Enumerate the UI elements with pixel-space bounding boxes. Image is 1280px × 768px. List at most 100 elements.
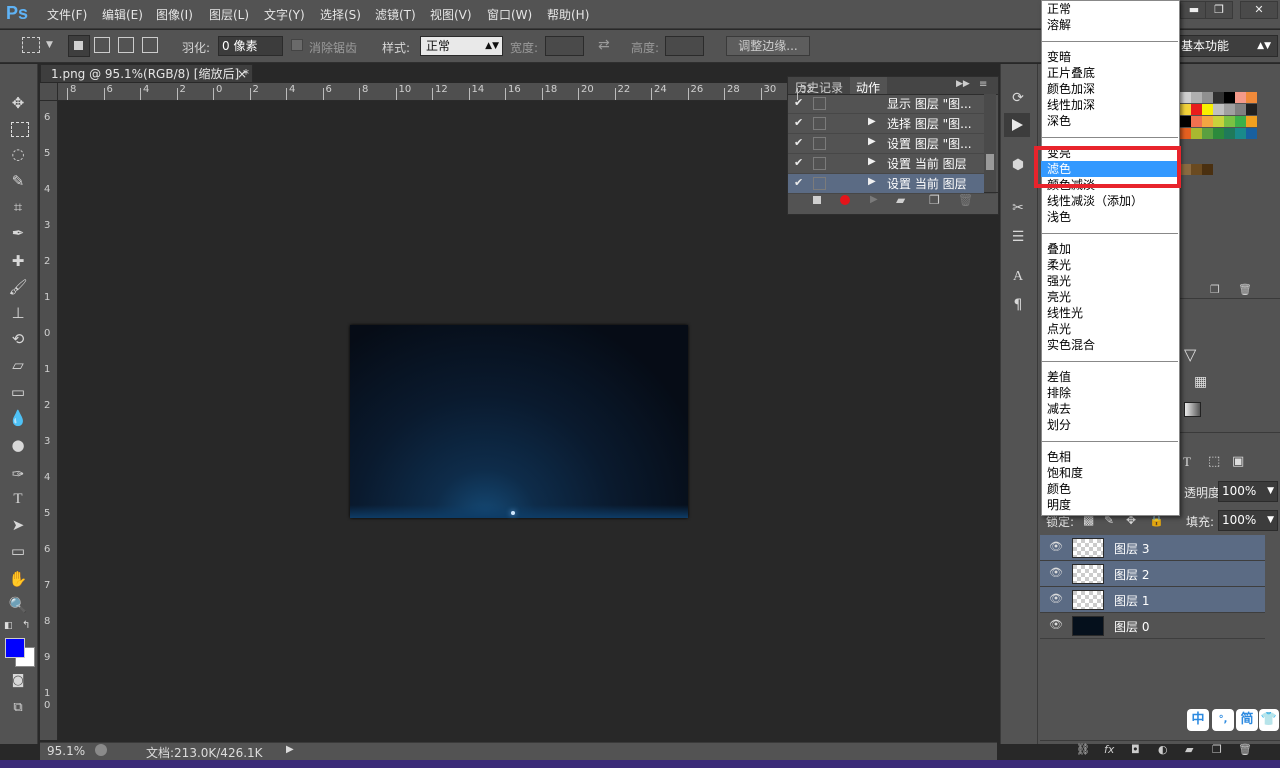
blend-mode-option[interactable]: 排除 bbox=[1047, 385, 1071, 401]
color-swatch[interactable] bbox=[1224, 104, 1235, 115]
workspace-select[interactable]: 基本功能 ▲▼ bbox=[1178, 35, 1278, 57]
filter-smart-object-icon[interactable]: ▣ bbox=[1232, 454, 1244, 469]
check-icon[interactable]: ✔ bbox=[794, 136, 803, 149]
blend-mode-option[interactable]: 实色混合 bbox=[1047, 337, 1095, 353]
path-select-tool-icon[interactable]: ➤ bbox=[7, 514, 29, 536]
default-colors-icon[interactable]: ◧ bbox=[4, 621, 13, 631]
check-icon[interactable]: ✔ bbox=[794, 156, 803, 169]
color-swatch[interactable] bbox=[1213, 104, 1224, 115]
dialog-toggle-box[interactable] bbox=[813, 137, 826, 150]
dialog-toggle-box[interactable] bbox=[813, 177, 826, 190]
status-menu-arrow-icon[interactable]: ▶ bbox=[286, 744, 294, 755]
brush-preset-icon[interactable]: ✂ bbox=[1008, 198, 1028, 218]
adjustment-layer-icon[interactable]: ◐ bbox=[1158, 743, 1168, 756]
blend-mode-option[interactable]: 叠加 bbox=[1047, 241, 1071, 257]
menu-filter[interactable]: 滤镜(T) bbox=[375, 6, 416, 23]
color-swatch[interactable] bbox=[1180, 116, 1191, 127]
blend-mode-option[interactable]: 变暗 bbox=[1047, 49, 1071, 65]
blur-tool-icon[interactable]: 💧 bbox=[7, 407, 29, 429]
layer-name[interactable]: 图层 3 bbox=[1114, 540, 1149, 557]
color-swatch[interactable] bbox=[1180, 128, 1191, 139]
color-swatch[interactable] bbox=[1246, 92, 1257, 103]
blend-mode-option[interactable]: 饱和度 bbox=[1047, 465, 1083, 481]
check-icon[interactable]: ✔ bbox=[794, 116, 803, 129]
crop-tool-icon[interactable]: ⌗ bbox=[7, 196, 29, 218]
blend-mode-option[interactable]: 色相 bbox=[1047, 449, 1071, 465]
color-swatch[interactable] bbox=[1191, 116, 1202, 127]
layer-name[interactable]: 图层 1 bbox=[1114, 592, 1149, 609]
color-swatch[interactable] bbox=[1180, 104, 1191, 115]
color-swatch[interactable] bbox=[1202, 128, 1213, 139]
action-row[interactable]: ✔ ▶ 设置 图层 "图... bbox=[788, 134, 984, 154]
blend-mode-option[interactable]: 颜色 bbox=[1047, 481, 1071, 497]
color-swatch[interactable] bbox=[1191, 164, 1202, 175]
restore-button[interactable]: ❐ bbox=[1205, 1, 1233, 19]
color-swatch[interactable] bbox=[1202, 104, 1213, 115]
actions-panel-icon[interactable] bbox=[1004, 113, 1030, 137]
color-swatch[interactable] bbox=[1191, 92, 1202, 103]
rectangle-tool-icon[interactable]: ▭ bbox=[7, 540, 29, 562]
history-panel-icon[interactable]: ⟳ bbox=[1008, 88, 1028, 108]
swap-colors-icon[interactable]: ↰ bbox=[22, 620, 30, 631]
dialog-toggle-box[interactable] bbox=[813, 97, 826, 110]
character-panel-icon[interactable]: A bbox=[1008, 267, 1028, 287]
new-selection-icon[interactable] bbox=[68, 35, 90, 57]
filter-type-icon[interactable]: T bbox=[1183, 454, 1191, 470]
add-selection-icon[interactable] bbox=[94, 37, 110, 53]
action-row[interactable]: ✔ ▶ 设置 当前 图层 bbox=[788, 174, 984, 194]
ime-chinese[interactable]: 中 bbox=[1187, 709, 1209, 731]
menu-image[interactable]: 图像(I) bbox=[156, 6, 193, 23]
3d-panel-icon[interactable]: ⬢ bbox=[1008, 155, 1028, 175]
color-swatch[interactable] bbox=[1213, 116, 1224, 127]
subtract-selection-icon[interactable] bbox=[118, 37, 134, 53]
add-mask-icon[interactable]: ◘ bbox=[1131, 743, 1140, 756]
delete-swatch-icon[interactable]: 🗑 bbox=[1238, 283, 1252, 296]
panel-collapse-icon[interactable]: ▶▶ bbox=[956, 79, 970, 89]
visibility-eye-icon[interactable]: 👁 bbox=[1049, 618, 1063, 631]
blend-mode-option[interactable]: 线性减淡（添加） bbox=[1047, 193, 1143, 209]
stop-icon[interactable] bbox=[813, 196, 821, 204]
healing-brush-tool-icon[interactable]: ✚ bbox=[7, 250, 29, 272]
foreground-color-swatch[interactable] bbox=[5, 638, 25, 658]
blend-mode-option[interactable]: 颜色加深 bbox=[1047, 81, 1095, 97]
menu-type[interactable]: 文字(Y) bbox=[264, 6, 305, 23]
visibility-eye-icon[interactable]: 👁 bbox=[1049, 592, 1063, 605]
hand-tool-icon[interactable]: ✋ bbox=[7, 568, 29, 590]
delete-layer-icon[interactable]: 🗑 bbox=[1238, 743, 1252, 756]
layer-row[interactable]: 👁 图层 1 bbox=[1040, 587, 1265, 613]
new-set-folder-icon[interactable]: ▰ bbox=[896, 193, 905, 207]
minimize-button[interactable]: ▬ bbox=[1180, 1, 1208, 19]
color-swatch[interactable] bbox=[1213, 92, 1224, 103]
fill-input[interactable]: 100% ▼ bbox=[1218, 510, 1278, 531]
actions-scrollbar[interactable] bbox=[984, 94, 996, 194]
clone-stamp-tool-icon[interactable]: ⊥ bbox=[7, 302, 29, 324]
document-tab[interactable]: 1.png @ 95.1%(RGB/8) [缩放后] * × bbox=[40, 64, 253, 82]
blend-mode-option[interactable]: 线性加深 bbox=[1047, 97, 1095, 113]
layer-name[interactable]: 图层 0 bbox=[1114, 618, 1149, 635]
record-icon[interactable] bbox=[840, 195, 850, 205]
blend-mode-option[interactable]: 减去 bbox=[1047, 401, 1071, 417]
action-row[interactable]: ✔ ▶ 设置 当前 图层 bbox=[788, 154, 984, 174]
layer-style-icon[interactable]: fx bbox=[1104, 743, 1114, 756]
color-swatch[interactable] bbox=[1180, 164, 1191, 175]
color-swatch[interactable] bbox=[1202, 164, 1213, 175]
height-input[interactable] bbox=[665, 36, 704, 56]
clone-source-icon[interactable]: ☰ bbox=[1008, 227, 1028, 247]
quick-select-tool-icon[interactable]: ✎ bbox=[7, 170, 29, 192]
menu-file[interactable]: 文件(F) bbox=[47, 6, 87, 23]
play-icon[interactable]: ▶ bbox=[870, 194, 878, 205]
blend-mode-option[interactable]: 强光 bbox=[1047, 273, 1071, 289]
marquee-preset-icon[interactable] bbox=[22, 37, 40, 53]
rect-marquee-tool-icon[interactable] bbox=[11, 122, 29, 137]
layer-row[interactable]: 👁 图层 0 bbox=[1040, 613, 1265, 639]
document-image[interactable] bbox=[350, 325, 688, 518]
paragraph-panel-icon[interactable]: ¶ bbox=[1008, 295, 1028, 315]
layer-name[interactable]: 图层 2 bbox=[1114, 566, 1149, 583]
scrollbar-thumb[interactable] bbox=[986, 154, 994, 170]
blend-mode-option[interactable]: 划分 bbox=[1047, 417, 1071, 433]
color-swatch[interactable] bbox=[1246, 116, 1257, 127]
layer-row[interactable]: 👁 图层 3 bbox=[1040, 535, 1265, 561]
blend-mode-option[interactable]: 浅色 bbox=[1047, 209, 1071, 225]
new-group-icon[interactable]: ▰ bbox=[1185, 743, 1193, 756]
color-swatch[interactable] bbox=[1235, 104, 1246, 115]
